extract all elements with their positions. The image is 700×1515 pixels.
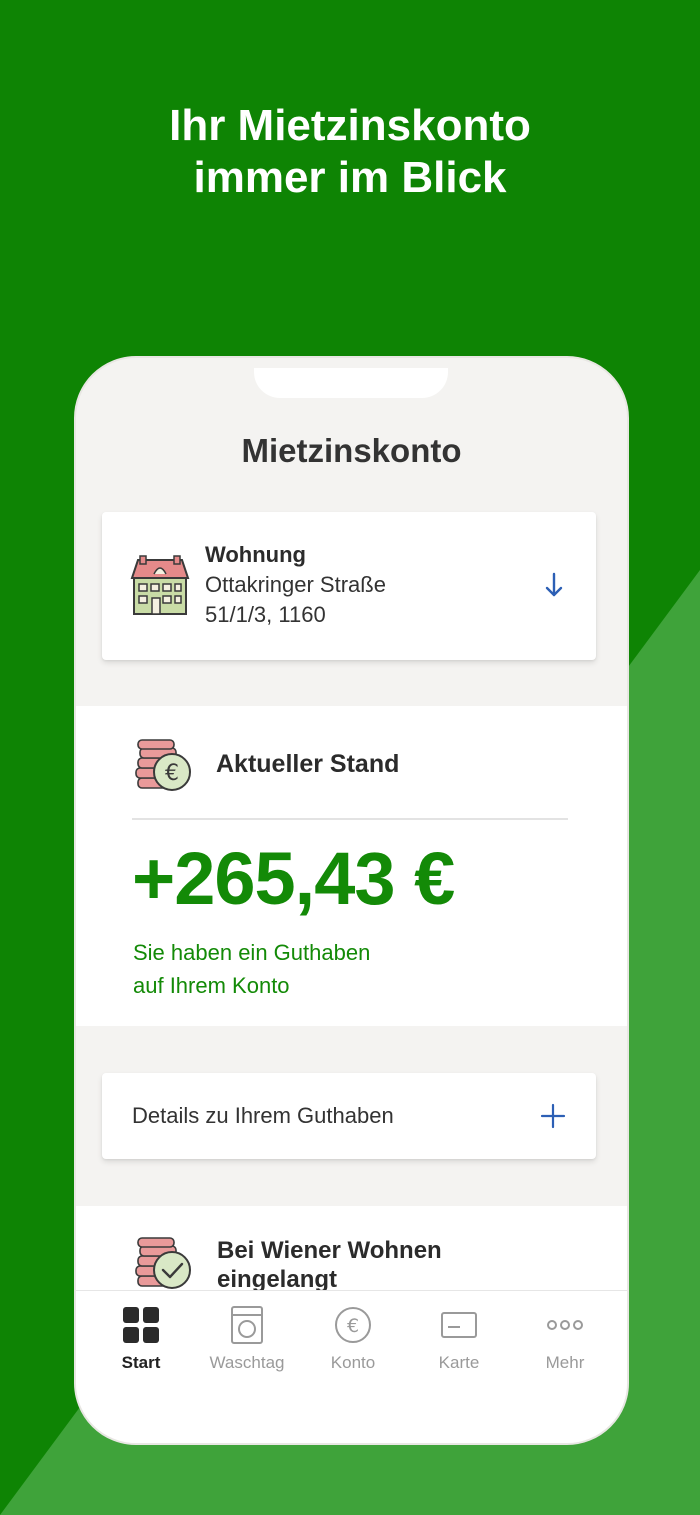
svg-text:€: € bbox=[165, 761, 179, 786]
house-icon bbox=[130, 555, 190, 615]
plus-icon[interactable] bbox=[540, 1103, 566, 1129]
tab-start[interactable]: Start bbox=[88, 1305, 194, 1373]
tab-label-konto: Konto bbox=[330, 1353, 376, 1372]
tab-label-karte: Karte bbox=[438, 1353, 480, 1372]
registered-label: Bei Wiener Wohnen eingelangt bbox=[217, 1236, 442, 1294]
balance-divider bbox=[132, 818, 568, 820]
details-label: Details zu Ihrem Guthaben bbox=[132, 1103, 394, 1128]
headline-line-1: Ihr Mietzinskonto bbox=[169, 101, 531, 150]
apartment-address-line-1: Ottakringer Straße bbox=[205, 572, 386, 597]
euro-icon: € bbox=[335, 1307, 371, 1343]
screen-title: Mietzinskonto bbox=[241, 432, 462, 469]
card-icon bbox=[441, 1312, 477, 1338]
details-expander[interactable]: Details zu Ihrem Guthaben bbox=[102, 1073, 596, 1159]
balance-note: Sie haben ein Guthaben auf Ihrem Konto bbox=[133, 936, 370, 1002]
washing-machine-icon bbox=[231, 1306, 263, 1344]
phone-notch bbox=[254, 368, 448, 398]
balance-label: Aktueller Stand bbox=[216, 750, 400, 778]
tab-label-waschtag: Waschtag bbox=[209, 1353, 285, 1372]
balance-section: € Aktueller Stand +265,43 € Sie haben ei… bbox=[76, 706, 627, 1026]
balance-note-line-1: Sie haben ein Guthaben bbox=[133, 940, 371, 965]
balance-note-line-2: auf Ihrem Konto bbox=[133, 973, 290, 998]
balance-amount: +265,43 € bbox=[132, 837, 455, 920]
tab-bar: Start Waschtag € Konto Karte Mehr bbox=[76, 1290, 627, 1443]
apartment-info: Wohnung Ottakringer Straße 51/1/3, 1160 bbox=[205, 540, 386, 630]
apartment-title: Wohnung bbox=[205, 542, 306, 567]
grid-icon bbox=[123, 1307, 159, 1343]
apartment-selector[interactable]: Wohnung Ottakringer Straße 51/1/3, 1160 bbox=[102, 512, 596, 660]
tab-karte[interactable]: Karte bbox=[406, 1305, 512, 1373]
headline-line-2: immer im Blick bbox=[193, 153, 507, 202]
tab-konto[interactable]: € Konto bbox=[300, 1305, 406, 1373]
tab-label-mehr: Mehr bbox=[545, 1353, 585, 1372]
tab-waschtag[interactable]: Waschtag bbox=[194, 1305, 300, 1373]
coins-check-icon bbox=[135, 1237, 191, 1289]
apartment-address-line-2: 51/1/3, 1160 bbox=[205, 602, 326, 627]
tab-mehr[interactable]: Mehr bbox=[512, 1305, 618, 1373]
tab-label-start: Start bbox=[121, 1353, 161, 1372]
registered-section: Bei Wiener Wohnen eingelangt bbox=[76, 1206, 627, 1296]
phone-frame: Mietzinskonto Wohnung Ottakringer Straße… bbox=[74, 356, 629, 1445]
arrow-down-icon[interactable] bbox=[542, 570, 566, 600]
registered-label-line-1: Bei Wiener Wohnen bbox=[217, 1237, 442, 1264]
headline: Ihr Mietzinskonto immer im Blick bbox=[0, 100, 700, 204]
more-icon bbox=[547, 1320, 583, 1330]
svg-text:€: € bbox=[347, 1315, 359, 1337]
coins-euro-icon: € bbox=[135, 739, 191, 791]
